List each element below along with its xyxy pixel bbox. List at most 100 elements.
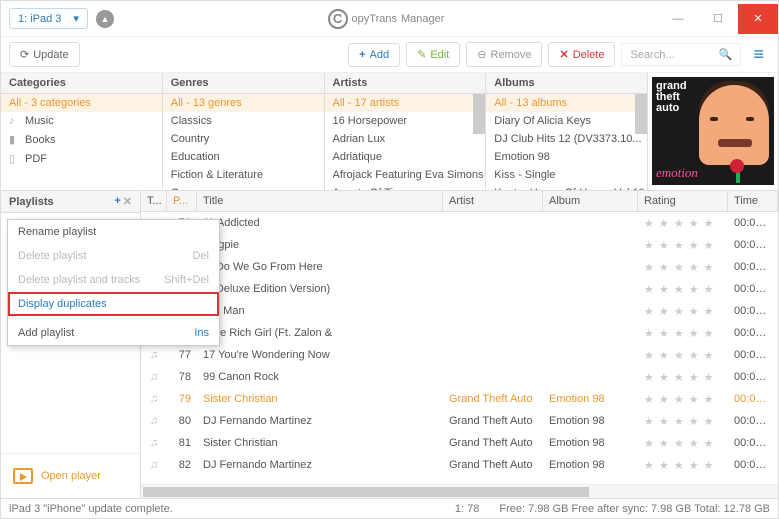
- scrollbar[interactable]: [473, 94, 485, 134]
- rating-stars[interactable]: ★ ★ ★ ★ ★: [638, 239, 728, 252]
- remove-button[interactable]: ⊖Remove: [466, 42, 542, 67]
- table-row[interactable]: ♫76Little Rich Girl (Ft. Zalon &★ ★ ★ ★ …: [141, 322, 778, 344]
- col-title[interactable]: Title: [197, 191, 443, 211]
- track-table: T... P... Title Artist Album Rating Time…: [141, 191, 778, 498]
- list-item[interactable]: Kontor House Of House Vol.10: [486, 184, 647, 190]
- artists-column: Artists All - 17 artists16 HorsepowerAdr…: [325, 73, 487, 190]
- toolbar: ⟳Update +Add ✎Edit ⊖Remove ✕Delete Searc…: [1, 37, 778, 73]
- music-icon: ♫: [141, 437, 167, 449]
- search-input[interactable]: Search...🔍: [621, 43, 741, 66]
- table-row[interactable]: ♫75key Man★ ★ ★ ★ ★00:02:...: [141, 300, 778, 322]
- list-item[interactable]: Country: [163, 130, 324, 148]
- add-button[interactable]: +Add: [348, 43, 400, 67]
- titlebar: 1: iPad 3 ▾ ▲ C opyTrans Manager — ☐ ✕: [1, 1, 778, 37]
- column-browser: Categories All - 3 categories ♪Music ▮Bo…: [1, 73, 778, 191]
- ctx-delete-tracks[interactable]: Delete playlist and tracksShift+Del: [8, 268, 219, 292]
- device-selector[interactable]: 1: iPad 3 ▾: [9, 8, 88, 29]
- close-icon[interactable]: ✕: [123, 195, 132, 208]
- rating-stars[interactable]: ★ ★ ★ ★ ★: [638, 305, 728, 318]
- music-icon: ♫: [141, 415, 167, 427]
- status-bar: iPad 3 "iPhone" update complete. 1: 78 F…: [1, 498, 778, 518]
- table-row[interactable]: ♫81Sister ChristianGrand Theft AutoEmoti…: [141, 432, 778, 454]
- edit-button[interactable]: ✎Edit: [406, 42, 460, 67]
- eject-button[interactable]: ▲: [96, 10, 114, 28]
- list-item[interactable]: All - 13 genres: [163, 94, 324, 112]
- list-item[interactable]: ▮Books: [1, 130, 162, 149]
- list-item[interactable]: All - 3 categories: [1, 94, 162, 112]
- list-item[interactable]: ▯PDF: [1, 149, 162, 168]
- plus-icon: +: [359, 49, 365, 61]
- rating-stars[interactable]: ★ ★ ★ ★ ★: [638, 349, 728, 362]
- categories-column: Categories All - 3 categories ♪Music ▮Bo…: [1, 73, 163, 190]
- pencil-icon: ✎: [417, 48, 426, 61]
- update-button[interactable]: ⟳Update: [9, 42, 80, 67]
- window-controls: — ☐ ✕: [658, 4, 778, 34]
- col-type[interactable]: T...: [141, 191, 167, 211]
- rating-stars[interactable]: ★ ★ ★ ★ ★: [638, 393, 728, 406]
- playlists-body: ▯iPhone Rename playlist Delete playlistD…: [1, 213, 140, 453]
- list-item[interactable]: Adrian Lux: [325, 130, 486, 148]
- device-label: 1: iPad 3: [18, 13, 61, 25]
- horizontal-scrollbar[interactable]: [141, 484, 778, 498]
- album-art: grandtheftauto emotion: [648, 73, 778, 190]
- menu-button[interactable]: ≡: [747, 44, 770, 65]
- table-row[interactable]: ♫7899 Canon Rock★ ★ ★ ★ ★00:05:...: [141, 366, 778, 388]
- table-row[interactable]: ♫74d (Deluxe Edition Version)★ ★ ★ ★ ★00…: [141, 278, 778, 300]
- app-title: C opyTrans Manager: [114, 9, 658, 29]
- col-rating[interactable]: Rating: [638, 191, 728, 211]
- app-logo-icon: C: [328, 9, 348, 29]
- col-artist[interactable]: Artist: [443, 191, 543, 211]
- open-player-button[interactable]: Open player: [1, 453, 140, 498]
- column-header: Categories: [1, 73, 162, 94]
- list-item[interactable]: Education: [163, 148, 324, 166]
- table-row[interactable]: ♫7717 You're Wondering Now★ ★ ★ ★ ★00:02…: [141, 344, 778, 366]
- list-item[interactable]: ♪Music: [1, 112, 162, 130]
- rating-stars[interactable]: ★ ★ ★ ★ ★: [638, 261, 728, 274]
- rating-stars[interactable]: ★ ★ ★ ★ ★: [638, 217, 728, 230]
- rating-stars[interactable]: ★ ★ ★ ★ ★: [638, 283, 728, 296]
- list-item[interactable]: Adriatique: [325, 148, 486, 166]
- status-storage: Free: 7.98 GB Free after sync: 7.98 GB T…: [499, 503, 770, 515]
- list-item[interactable]: Classics: [163, 112, 324, 130]
- ctx-display-duplicates[interactable]: Display duplicates: [8, 292, 219, 316]
- list-item[interactable]: Agents Of Time: [325, 184, 486, 190]
- ctx-rename[interactable]: Rename playlist: [8, 220, 219, 244]
- list-item[interactable]: Kiss - Single: [486, 166, 647, 184]
- col-time[interactable]: Time: [728, 191, 778, 211]
- list-item[interactable]: Diary Of Alicia Keys: [486, 112, 647, 130]
- list-item[interactable]: 16 Horsepower: [325, 112, 486, 130]
- list-item[interactable]: Emotion 98: [486, 148, 647, 166]
- status-selection: 1: 78: [455, 503, 479, 515]
- rating-stars[interactable]: ★ ★ ★ ★ ★: [638, 459, 728, 472]
- col-album[interactable]: Album: [543, 191, 638, 211]
- chevron-down-icon: ▾: [73, 12, 79, 25]
- player-icon: [13, 468, 33, 484]
- minus-circle-icon: ⊖: [477, 48, 486, 61]
- list-item[interactable]: All - 13 albums: [486, 94, 647, 112]
- delete-button[interactable]: ✕Delete: [548, 42, 615, 67]
- ctx-add-playlist[interactable]: Add playlistIns: [8, 321, 219, 345]
- rating-stars[interactable]: ★ ★ ★ ★ ★: [638, 327, 728, 340]
- list-item[interactable]: DJ Club Hits 12 (DV3373.10...: [486, 130, 647, 148]
- table-row[interactable]: ♫80DJ Fernando MartinezGrand Theft AutoE…: [141, 410, 778, 432]
- scrollbar[interactable]: [635, 94, 647, 134]
- maximize-button[interactable]: ☐: [698, 4, 738, 34]
- plus-icon[interactable]: +: [114, 195, 120, 208]
- table-row[interactable]: ♫7111 Addicted★ ★ ★ ★ ★00:02:...: [141, 212, 778, 234]
- table-row[interactable]: ♫72Magpie★ ★ ★ ★ ★00:01:...: [141, 234, 778, 256]
- col-position[interactable]: P...: [167, 191, 197, 211]
- rating-stars[interactable]: ★ ★ ★ ★ ★: [638, 437, 728, 450]
- list-item[interactable]: All - 17 artists: [325, 94, 486, 112]
- ctx-delete[interactable]: Delete playlistDel: [8, 244, 219, 268]
- list-item[interactable]: Fiction & Literature: [163, 166, 324, 184]
- rating-stars[interactable]: ★ ★ ★ ★ ★: [638, 415, 728, 428]
- close-button[interactable]: ✕: [738, 4, 778, 34]
- table-row[interactable]: ♫73re Do We Go From Here★ ★ ★ ★ ★00:04:.…: [141, 256, 778, 278]
- table-row[interactable]: ♫82DJ Fernando MartinezGrand Theft AutoE…: [141, 454, 778, 476]
- table-row[interactable]: ♫79Sister ChristianGrand Theft AutoEmoti…: [141, 388, 778, 410]
- rating-stars[interactable]: ★ ★ ★ ★ ★: [638, 371, 728, 384]
- minimize-button[interactable]: —: [658, 4, 698, 34]
- search-icon: 🔍: [719, 48, 733, 61]
- list-item[interactable]: Game: [163, 184, 324, 190]
- list-item[interactable]: Afrojack Featuring Eva Simons: [325, 166, 486, 184]
